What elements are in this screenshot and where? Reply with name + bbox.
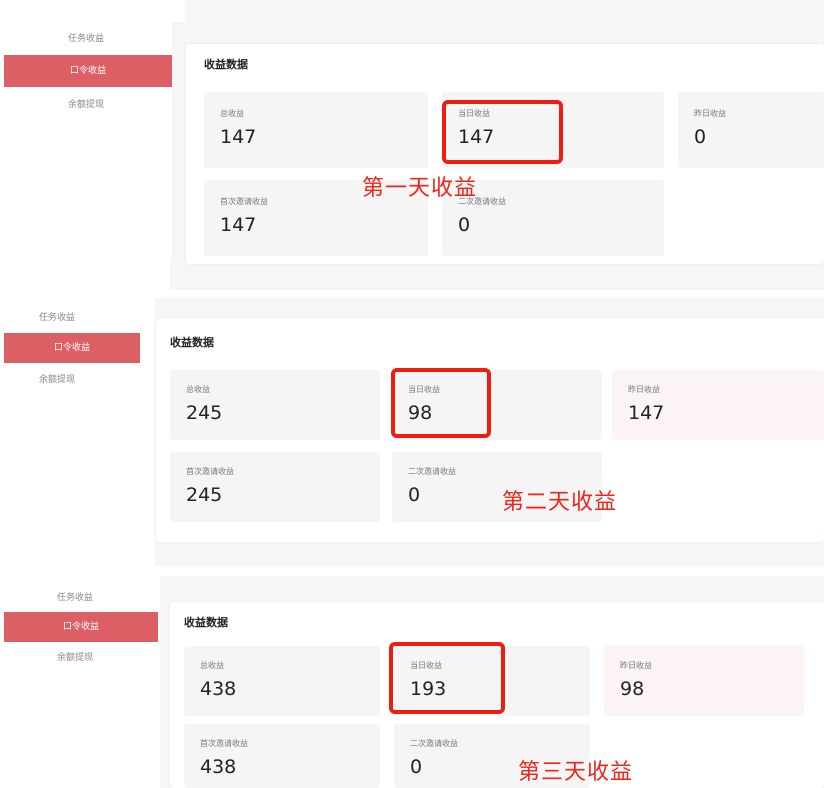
sidebar-item-withdraw[interactable]: 余额提现 <box>0 648 150 668</box>
stat-label: 二次邀请收益 <box>410 739 458 748</box>
stat-card-yesterday: 昨日收益 98 <box>604 646 804 716</box>
stat-card-total: 总收益 438 <box>184 646 380 716</box>
stat-label: 首次邀请收益 <box>220 197 268 206</box>
section-title: 收益数据 <box>170 336 214 349</box>
stat-label: 二次邀请收益 <box>408 467 456 476</box>
annotation-label: 第三天收益 <box>518 760 634 785</box>
stat-value: 0 <box>694 126 707 148</box>
sidebar: 任务收益 口令收益 余额提现 <box>0 582 158 788</box>
sidebar-item-code-earnings[interactable]: 口令收益 <box>4 55 172 87</box>
stat-label: 总收益 <box>186 385 210 394</box>
earnings-panel-day1: 任务收益 口令收益 余额提现 收益数据 总收益 147 当日收益 147 昨日收… <box>0 0 824 290</box>
stat-label: 总收益 <box>220 109 244 118</box>
stat-label: 昨日收益 <box>620 661 652 670</box>
earnings-panel-day3: 任务收益 口令收益 余额提现 收益数据 总收益 438 当日收益 193 昨日收… <box>0 576 824 788</box>
highlight-box <box>391 368 491 438</box>
top-strip <box>185 0 824 22</box>
sidebar-item-withdraw[interactable]: 余额提现 <box>0 370 114 390</box>
stat-value: 245 <box>186 402 223 424</box>
stat-card-total: 总收益 245 <box>170 370 380 440</box>
stat-card-yesterday: 昨日收益 147 <box>612 370 824 440</box>
stat-value: 0 <box>410 756 423 778</box>
stat-value: 147 <box>220 214 257 236</box>
stat-card-total: 总收益 147 <box>204 92 428 168</box>
stat-label: 昨日收益 <box>628 385 660 394</box>
stat-value: 0 <box>458 214 471 236</box>
section-title: 收益数据 <box>184 616 228 629</box>
annotation-label: 第一天收益 <box>362 176 478 201</box>
stat-label: 首次邀请收益 <box>186 467 234 476</box>
stat-label: 首次邀请收益 <box>200 739 248 748</box>
stat-value: 438 <box>200 756 237 778</box>
stat-value: 438 <box>200 678 237 700</box>
highlight-box <box>389 642 505 714</box>
stat-label: 总收益 <box>200 661 224 670</box>
earnings-panel-day2: 任务收益 口令收益 余额提现 收益数据 总收益 245 当日收益 98 昨日收益… <box>0 298 824 566</box>
sidebar-item-task-earnings[interactable]: 任务收益 <box>0 308 114 328</box>
stat-card-yesterday: 昨日收益 0 <box>678 92 824 168</box>
section-title: 收益数据 <box>204 58 248 71</box>
sidebar: 任务收益 口令收益 余额提现 <box>0 304 142 530</box>
sidebar-item-code-earnings[interactable]: 口令收益 <box>4 612 158 642</box>
stat-value: 98 <box>620 678 645 700</box>
stat-value: 147 <box>628 402 665 424</box>
sidebar-item-withdraw[interactable]: 余额提现 <box>0 94 172 116</box>
stat-label: 昨日收益 <box>694 109 726 118</box>
stat-value: 245 <box>186 484 223 506</box>
sidebar-item-code-earnings[interactable]: 口令收益 <box>4 333 140 363</box>
sidebar: 任务收益 口令收益 余额提现 <box>0 18 172 258</box>
stat-value: 147 <box>220 126 257 148</box>
stat-card-first-invite: 首次邀请收益 245 <box>170 452 380 522</box>
annotation-label: 第二天收益 <box>502 490 618 515</box>
stat-card-first-invite: 首次邀请收益 438 <box>184 724 380 788</box>
stat-value: 0 <box>408 484 421 506</box>
highlight-box <box>442 100 563 164</box>
sidebar-item-task-earnings[interactable]: 任务收益 <box>0 588 150 608</box>
sidebar-item-task-earnings[interactable]: 任务收益 <box>0 28 172 50</box>
